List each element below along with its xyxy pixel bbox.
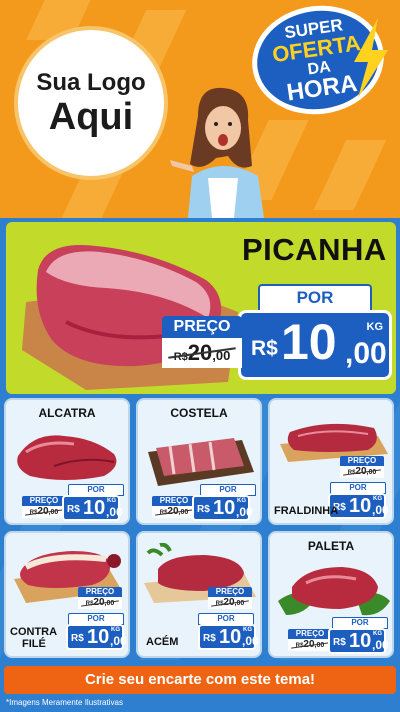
hero-old-value: R$20,00	[162, 338, 242, 368]
card-name-line2: FILÉ	[22, 638, 46, 650]
card-product-name: ALCATRA	[38, 406, 96, 420]
card-old-price: PREÇO R$20,00	[340, 456, 384, 480]
card-price-box: KG R$ 10 ,00	[66, 624, 127, 650]
card-unit: KG	[373, 496, 382, 502]
logo-text-line2: Aqui	[48, 96, 134, 138]
card-price-int: 10	[349, 630, 372, 652]
card-price-box: KG R$ 10 ,00	[62, 495, 123, 521]
woman-illustration	[170, 87, 264, 218]
card-price-int: 10	[219, 626, 242, 648]
hero-price-dec: ,00	[345, 337, 387, 370]
card-price-dec: ,00	[242, 634, 259, 648]
card-old-price: PREÇO R$20,00	[22, 496, 66, 520]
offer-card-paleta[interactable]: PALETA POR PREÇO R$20,00 KG R$ 10 ,00	[268, 531, 394, 658]
card-unit: KG	[237, 498, 246, 504]
card-preco-label: PREÇO	[288, 629, 332, 639]
card-price-int: 10	[213, 497, 236, 519]
card-product-name: CONTRA FILÉ	[10, 626, 57, 650]
card-product-name: COSTELA	[170, 406, 228, 420]
hero-offer-picanha[interactable]: PICANHA POR KG R$ 10 ,00 PREÇO R$20,00	[6, 222, 396, 394]
card-price-dec: ,00	[372, 638, 389, 652]
card-preco-label: PREÇO	[208, 587, 252, 597]
hero-old-price: PREÇO R$20,00	[162, 316, 242, 372]
bolt-decoration	[313, 140, 387, 210]
card-price-int: 10	[83, 497, 106, 519]
hero-product-name: PICANHA	[242, 232, 387, 267]
card-old-value: R$20,00	[208, 597, 252, 609]
card-old-price: PREÇO R$20,00	[288, 629, 332, 653]
offer-card-fraldinha[interactable]: PREÇO R$20,00 POR KG R$ 10 ,00 FRALDINHA	[268, 398, 394, 525]
logo-text-line1: Sua Logo	[36, 69, 146, 96]
costela-image	[148, 438, 254, 486]
card-old-value: R$20,00	[340, 466, 384, 478]
badge-line-hora: HORA	[285, 69, 359, 107]
offer-card-costela[interactable]: COSTELA POR PREÇO R$20,00 KG R$ 10 ,00	[136, 398, 262, 525]
card-currency: R$	[203, 633, 216, 644]
header-banner: Sua Logo Aqui SUPER OFERTA DA HORA	[0, 0, 400, 218]
card-old-price: PREÇO R$20,00	[208, 587, 252, 611]
card-price-int: 10	[349, 495, 372, 517]
card-preco-label: PREÇO	[340, 456, 384, 466]
card-preco-label: PREÇO	[22, 496, 66, 506]
card-old-price: PREÇO R$20,00	[152, 496, 196, 520]
hero-price-box: KG R$ 10 ,00	[238, 310, 392, 380]
offer-card-alcatra[interactable]: ALCATRA POR PREÇO R$20,00 KG R$ 10 ,00	[4, 398, 130, 525]
logo-placeholder[interactable]: Sua Logo Aqui	[14, 26, 168, 180]
card-price-dec: ,00	[106, 505, 123, 519]
lightning-icon	[354, 18, 388, 98]
card-price-box: KG R$ 10 ,00	[192, 495, 253, 521]
card-product-name: ACÉM	[146, 636, 179, 648]
card-price-box: KG R$ 10 ,00	[328, 628, 389, 654]
card-currency: R$	[71, 633, 84, 644]
hero-currency: R$	[251, 337, 278, 360]
card-currency: R$	[197, 504, 210, 515]
hero-unit: KG	[366, 321, 384, 333]
card-product-name: FRALDINHA	[274, 505, 339, 517]
card-old-value: R$20,00	[288, 639, 332, 651]
create-flyer-button[interactable]: Crie seu encarte com este tema!	[4, 666, 396, 694]
card-currency: R$	[333, 637, 346, 648]
paleta-image	[278, 567, 390, 616]
hero-old-label: PREÇO	[162, 316, 242, 338]
card-price-box: KG R$ 10 ,00	[198, 624, 259, 650]
offer-card-contra-file[interactable]: PREÇO R$20,00 POR KG R$ 10 ,00 CONTRA FI…	[4, 531, 130, 658]
hero-por-label: POR	[258, 284, 372, 312]
card-unit: KG	[107, 498, 116, 504]
card-unit: KG	[243, 627, 252, 633]
offer-card-acem[interactable]: PREÇO R$20,00 POR KG R$ 10 ,00 ACÉM	[136, 531, 262, 658]
card-old-value: R$20,00	[22, 506, 66, 518]
card-currency: R$	[67, 504, 80, 515]
disclaimer-text: *Imagens Meramente Ilustrativas	[6, 698, 123, 707]
card-preco-label: PREÇO	[152, 496, 196, 506]
card-product-name: PALETA	[307, 539, 355, 553]
alcatra-image	[17, 435, 117, 480]
card-old-price: PREÇO R$20,00	[78, 587, 122, 611]
card-unit: KG	[373, 631, 382, 637]
card-name-line1: CONTRA	[10, 626, 58, 638]
hero-price-int: 10	[281, 314, 337, 370]
card-old-value: R$20,00	[152, 506, 196, 518]
card-old-value: R$20,00	[78, 597, 122, 609]
card-price-dec: ,00	[236, 505, 253, 519]
card-price-dec: ,00	[110, 634, 127, 648]
card-unit: KG	[111, 627, 120, 633]
card-price-int: 10	[87, 626, 110, 648]
card-preco-label: PREÇO	[78, 587, 122, 597]
card-price-dec: ,00	[372, 503, 389, 517]
